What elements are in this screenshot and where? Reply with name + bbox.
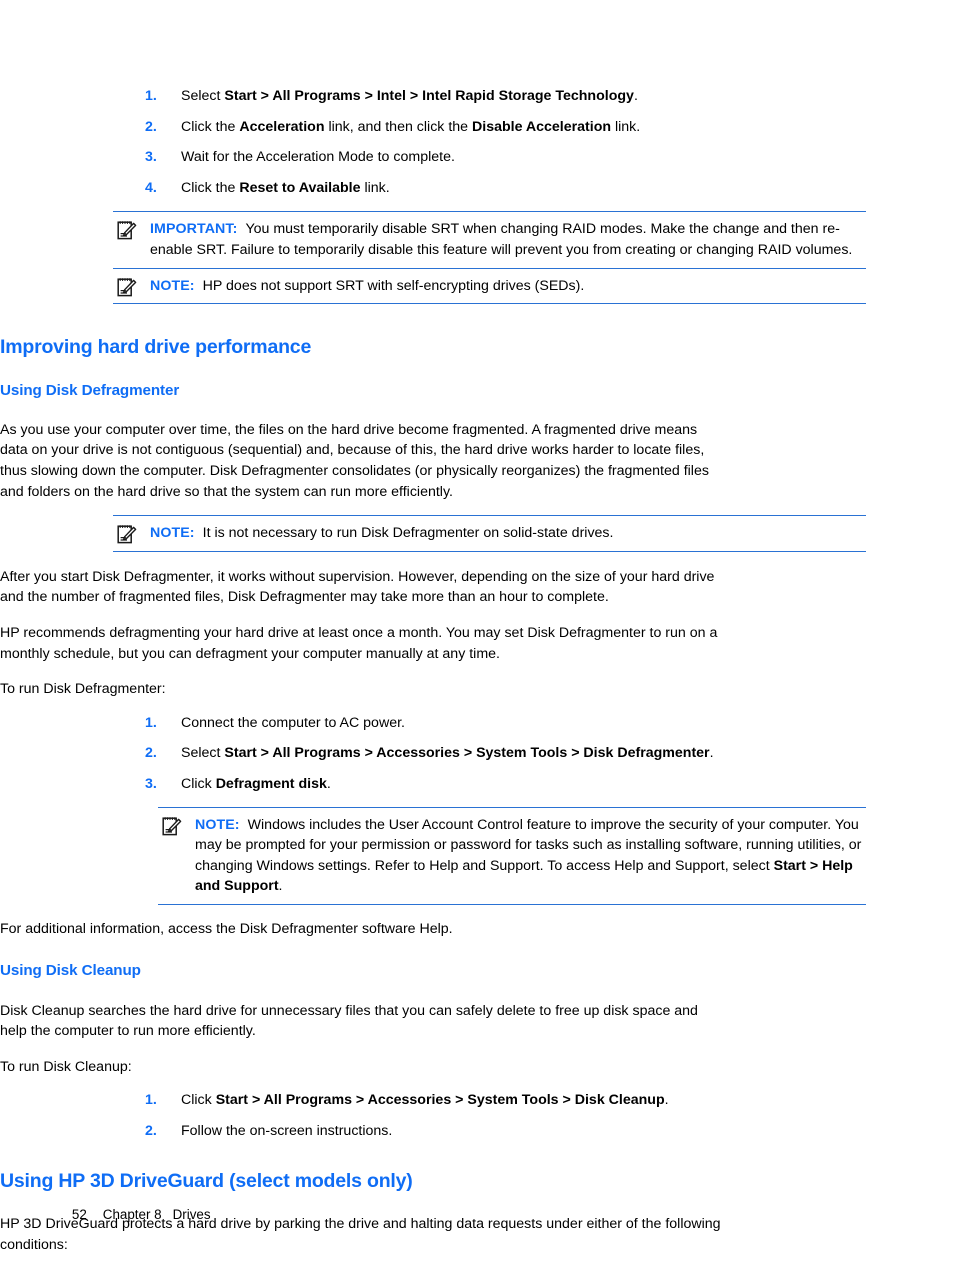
list-text: Follow the on-screen instructions. — [181, 1123, 393, 1140]
note-notepad-pencil-icon — [117, 277, 137, 298]
defrag-help-paragraph: For additional information, access the D… — [0, 920, 453, 937]
footer-chapter-title: Drives — [172, 1207, 211, 1222]
cleanup-leadin: To run Disk Cleanup: — [0, 1058, 132, 1075]
important-body: You must temporarily disable SRT when ch… — [150, 221, 853, 258]
note-uac-admonition: NOTE: Windows includes the User Account C… — [158, 806, 866, 905]
cleanup-intro-paragraph: Disk Cleanup searches the hard drive for… — [0, 1002, 698, 1040]
note-sed-body: HP does not support SRT with self-encryp… — [202, 277, 585, 294]
list-text: Select Start > All Programs > Accessorie… — [181, 745, 714, 762]
note-notepad-pencil-icon — [162, 816, 182, 837]
note-notepad-pencil-icon — [117, 524, 137, 545]
list-text: Connect the computer to AC power. — [181, 714, 405, 731]
list-number: 3. — [145, 775, 157, 792]
list-text: Click Start > All Programs > Accessories… — [181, 1092, 669, 1109]
list-number: 2. — [145, 118, 157, 135]
list-item: 2. Select Start > All Programs > Accesso… — [145, 743, 903, 764]
list-item: 1. Connect the computer to AC power. — [145, 713, 903, 734]
important-keyword: IMPORTANT: — [150, 221, 238, 238]
defrag-steps-list: 1. Connect the computer to AC power. 2. … — [0, 713, 954, 795]
note-sed-admonition: NOTE: HP does not support SRT with self-e… — [113, 269, 866, 305]
list-number: 1. — [145, 1092, 157, 1109]
document-page: 1. Select Start > All Programs > Intel >… — [0, 0, 954, 1271]
list-number: 4. — [145, 179, 157, 196]
list-number: 1. — [145, 88, 157, 104]
list-item: 1. Select Start > All Programs > Intel >… — [145, 86, 903, 107]
defrag-monthly-paragraph: HP recommends defragmenting your hard dr… — [0, 624, 718, 662]
important-notepad-pencil-icon — [117, 220, 137, 241]
heading-using-disk-cleanup: Using Disk Cleanup — [0, 962, 141, 980]
page-title: Improving hard drive performance — [0, 336, 312, 359]
defrag-intro-paragraph: As you use your computer over time, the … — [0, 421, 709, 500]
footer-page-number: 52 — [71, 1207, 87, 1222]
srt-steps-list: 1. Select Start > All Programs > Intel >… — [0, 86, 954, 198]
heading-using-hp-3d-driveguard: Using HP 3D DriveGuard (select models on… — [0, 1169, 413, 1192]
list-item: 4. Click the Reset to Available link. — [145, 178, 903, 199]
list-item: 1. Click Start > All Programs > Accessor… — [145, 1090, 903, 1111]
list-text: Click the Reset to Available link. — [181, 179, 390, 196]
list-number: 2. — [145, 1123, 157, 1140]
list-item: 3. Click Defragment disk. — [145, 774, 903, 795]
list-text: Select Start > All Programs > Intel > In… — [181, 88, 638, 104]
important-text: IMPORTANT: You must temporarily disable S… — [150, 219, 866, 260]
note-ssd-body: It is not necessary to run Disk Defragme… — [202, 525, 614, 542]
defrag-supervision-paragraph: After you start Disk Defragmenter, it wo… — [0, 568, 715, 606]
list-text: Wait for the Acceleration Mode to comple… — [181, 149, 455, 166]
note-uac-text: NOTE: Windows includes the User Account C… — [195, 815, 866, 897]
page-footer: 52 Chapter 8 Drives — [57, 1192, 211, 1237]
list-number: 3. — [145, 149, 157, 166]
note-keyword: NOTE: — [150, 277, 195, 294]
defrag-leadin: To run Disk Defragmenter: — [0, 681, 166, 698]
note-keyword: NOTE: — [150, 525, 195, 542]
note-sed-text: NOTE: HP does not support SRT with self-e… — [150, 276, 866, 297]
list-text: Click Defragment disk. — [181, 775, 331, 792]
list-item: 2. Follow the on-screen instructions. — [145, 1121, 903, 1142]
list-item: 3. Wait for the Acceleration Mode to com… — [145, 147, 903, 168]
note-ssd-admonition: NOTE: It is not necessary to run Disk Def… — [113, 515, 866, 552]
page-content: 1. Select Start > All Programs > Intel >… — [0, 86, 954, 1255]
list-number: 1. — [145, 714, 157, 731]
cleanup-steps-list: 1. Click Start > All Programs > Accessor… — [0, 1090, 954, 1141]
list-text: Click the Acceleration link, and then cl… — [181, 118, 641, 135]
note-keyword: NOTE: — [195, 816, 240, 833]
list-number: 2. — [145, 745, 157, 762]
footer-chapter: Chapter 8 — [102, 1207, 162, 1222]
heading-using-disk-defragmenter: Using Disk Defragmenter — [0, 381, 180, 399]
note-uac-body: Windows includes the User Account Contro… — [195, 816, 862, 895]
important-admonition: IMPORTANT: You must temporarily disable S… — [113, 211, 866, 269]
note-ssd-text: NOTE: It is not necessary to run Disk Def… — [150, 523, 866, 544]
list-item: 2. Click the Acceleration link, and then… — [145, 117, 903, 138]
